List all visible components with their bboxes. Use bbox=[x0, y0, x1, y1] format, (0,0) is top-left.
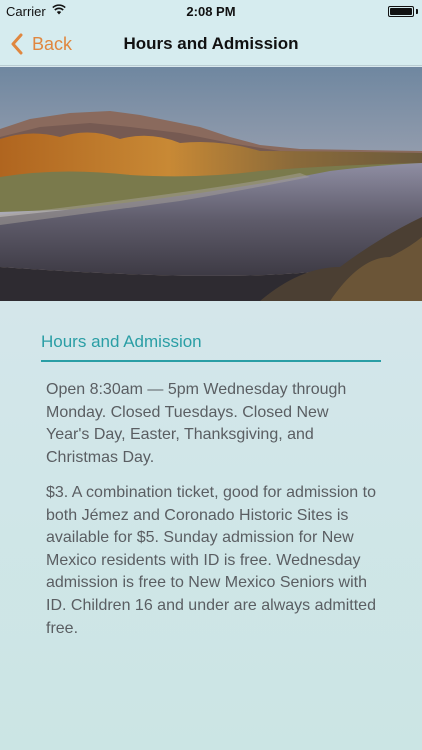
river-landscape-photo bbox=[0, 67, 422, 301]
section-title: Hours and Admission bbox=[41, 332, 381, 362]
hours-paragraph: Open 8:30am — 5pm Wednesday through Mond… bbox=[46, 381, 347, 466]
nav-title: Hours and Admission bbox=[123, 34, 299, 53]
status-bar: Carrier 2:08 PM bbox=[0, 0, 422, 22]
content-section: Hours and Admission Open 8:30am — 5pm We… bbox=[0, 301, 422, 750]
battery-cap bbox=[416, 9, 418, 14]
admission-paragraph: $3. A combination ticket, good for admis… bbox=[46, 484, 376, 637]
battery-level bbox=[390, 8, 412, 15]
status-time: 2:08 PM bbox=[186, 4, 236, 19]
navigation-bar: Back Hours and Admission bbox=[0, 22, 422, 66]
hero-image bbox=[0, 67, 422, 301]
battery-icon bbox=[388, 6, 414, 17]
